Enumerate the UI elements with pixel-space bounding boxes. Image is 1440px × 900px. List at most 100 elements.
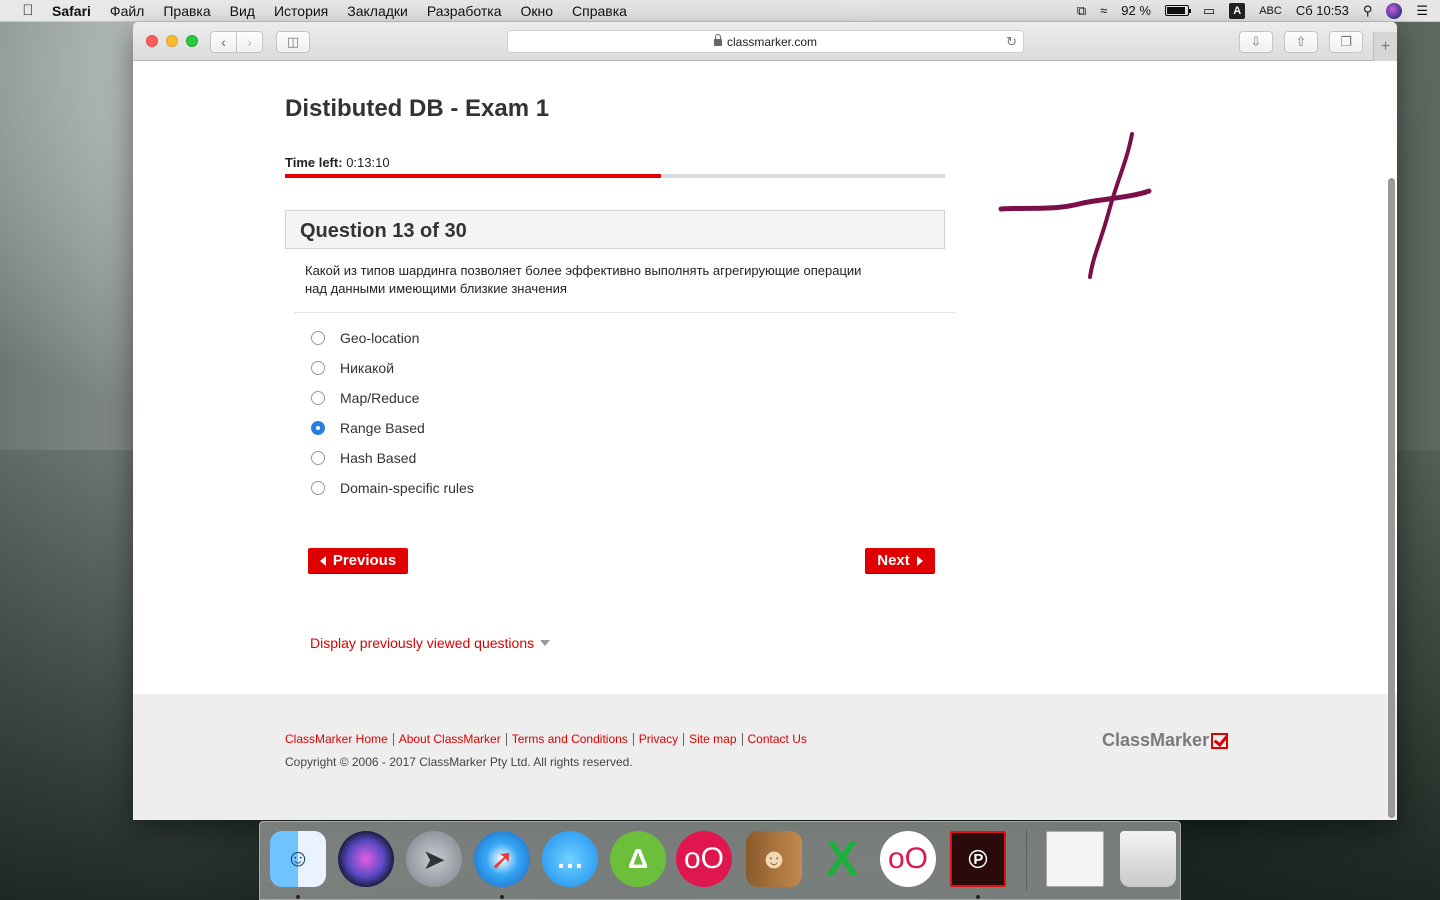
previous-button[interactable]: Previous	[308, 548, 408, 574]
trash-icon[interactable]	[1120, 831, 1176, 887]
document-preview-icon[interactable]	[1046, 831, 1104, 887]
chevron-left-icon: ‹	[221, 34, 226, 50]
answer-label: Никакой	[340, 360, 395, 376]
tabs-icon: ❐	[1340, 34, 1352, 49]
battery-percent[interactable]: 92 %	[1121, 3, 1151, 18]
forward-button[interactable]: ›	[237, 31, 263, 53]
answer-options: Geo-location Никакой Map/Reduce Range Ba…	[311, 323, 474, 503]
classmarker-logo[interactable]: ClassMarker	[1102, 730, 1229, 751]
input-source-icon[interactable]: A	[1229, 2, 1246, 19]
android-studio-icon[interactable]: Δ	[610, 831, 666, 887]
menu-bookmarks[interactable]: Закладки	[347, 3, 408, 19]
answer-option[interactable]: Никакой	[311, 353, 474, 383]
excel-icon[interactable]: X	[814, 831, 870, 887]
running-indicator	[976, 895, 980, 899]
radio-button[interactable]	[311, 481, 325, 495]
next-button[interactable]: Next	[865, 548, 935, 574]
plus-icon: +	[1380, 37, 1391, 55]
tab-overview-button[interactable]: ❐	[1329, 31, 1363, 53]
exam-title: Distibuted DB - Exam 1	[285, 95, 550, 122]
spotlight-search-icon[interactable]: ⚲	[1363, 3, 1373, 19]
siri-icon[interactable]	[1386, 2, 1403, 19]
time-left-value: 0:13:10	[346, 155, 390, 170]
menubar:  Safari Файл Правка Вид История Закладк…	[0, 0, 1440, 22]
new-tab-button[interactable]: +	[1373, 32, 1397, 61]
answer-option[interactable]: Geo-location	[311, 323, 474, 353]
footer-link-sitemap[interactable]: Site map	[683, 733, 741, 746]
running-indicator	[296, 895, 300, 899]
screen-mirror-icon[interactable]: ⧉	[1077, 3, 1086, 19]
footer-link-home[interactable]: ClassMarker Home	[285, 733, 393, 746]
chevron-right-icon: ›	[247, 34, 252, 50]
reload-icon[interactable]: ↻	[1006, 34, 1017, 50]
contacts-icon[interactable]: ☻	[746, 831, 802, 887]
running-indicator	[500, 895, 504, 899]
back-button[interactable]: ‹	[210, 31, 237, 53]
fullscreen-window-button[interactable]	[186, 35, 198, 47]
address-bar[interactable]: classmarker.com ↻	[507, 30, 1024, 53]
flickr-like-icon[interactable]: oO	[676, 831, 732, 887]
caret-down-icon	[540, 640, 551, 646]
triangle-right-icon	[916, 555, 923, 566]
copyright-text: Copyright © 2006 - 2017 ClassMarker Pty …	[285, 755, 633, 769]
footer-link-about[interactable]: About ClassMarker	[392, 733, 506, 746]
vertical-scrollbar[interactable]	[1388, 178, 1395, 818]
messages-icon[interactable]: …	[542, 831, 598, 887]
menu-view[interactable]: Вид	[230, 3, 255, 19]
launchpad-icon[interactable]: ➤	[406, 831, 462, 887]
answer-label: Geo-location	[340, 330, 420, 346]
sidebar-toggle-button[interactable]: ◫	[276, 31, 310, 53]
radio-button-selected[interactable]	[311, 421, 325, 435]
notification-center-icon[interactable]: ☰	[1416, 3, 1428, 19]
answer-option[interactable]: Map/Reduce	[311, 383, 474, 413]
url-text: classmarker.com	[726, 34, 818, 49]
radio-button[interactable]	[311, 361, 325, 375]
menu-window[interactable]: Окно	[520, 3, 553, 19]
downloads-button[interactable]: ⇩	[1239, 31, 1273, 53]
apple-menu-icon[interactable]: 	[18, 0, 38, 22]
web-page: Distibuted DB - Exam 1 Time left: 0:13:1…	[133, 61, 1397, 820]
siri-icon[interactable]	[338, 831, 394, 887]
menu-app-name[interactable]: Safari	[52, 3, 91, 19]
answer-option[interactable]: Range Based	[311, 413, 474, 443]
exam-progress-bar	[285, 174, 945, 178]
answer-option[interactable]: Hash Based	[311, 443, 474, 473]
radio-button[interactable]	[311, 391, 325, 405]
menu-history[interactable]: История	[274, 3, 328, 19]
footer-links: ClassMarker Home About ClassMarker Terms…	[285, 733, 812, 746]
minimize-window-button[interactable]	[166, 35, 178, 47]
finder-icon[interactable]: ☺	[270, 831, 326, 887]
battery-icon[interactable]	[1164, 5, 1191, 16]
safari-icon[interactable]: ➚	[474, 831, 530, 887]
time-left: Time left: 0:13:10	[285, 155, 390, 170]
menu-file[interactable]: Файл	[110, 3, 144, 19]
footer-link-contact[interactable]: Contact Us	[741, 733, 812, 746]
menu-edit[interactable]: Правка	[163, 3, 210, 19]
footer-link-terms[interactable]: Terms and Conditions	[505, 733, 633, 746]
footer-link-privacy[interactable]: Privacy	[632, 733, 683, 746]
answer-label: Range Based	[340, 420, 425, 436]
display-previous-questions-link[interactable]: Display previously viewed questions	[310, 635, 551, 651]
radio-button[interactable]	[311, 331, 325, 345]
clock[interactable]: Сб 10:53	[1296, 3, 1349, 18]
airplay-icon[interactable]: ▭	[1203, 3, 1215, 19]
radio-button[interactable]	[311, 451, 325, 465]
download-icon: ⇩	[1250, 34, 1262, 49]
dock-separator	[1026, 830, 1027, 890]
divider	[295, 312, 955, 313]
previous-label: Previous	[332, 552, 397, 569]
lock-icon	[713, 34, 722, 46]
question-header: Question 13 of 30	[285, 210, 945, 249]
input-source-label[interactable]: ABC	[1259, 5, 1282, 17]
flickr-like-icon-2[interactable]: oO	[880, 831, 936, 887]
logo-text: ClassMarker	[1102, 730, 1210, 750]
answer-label: Domain-specific rules	[340, 480, 474, 496]
share-button[interactable]: ⇧	[1284, 31, 1318, 53]
triangle-left-icon	[319, 555, 326, 566]
acrobat-icon[interactable]: ℗	[950, 831, 1006, 887]
answer-option[interactable]: Domain-specific rules	[311, 473, 474, 503]
menu-develop[interactable]: Разработка	[427, 3, 502, 19]
close-window-button[interactable]	[146, 35, 158, 47]
wifi-icon[interactable]: ≈	[1100, 3, 1107, 18]
menu-help[interactable]: Справка	[572, 3, 627, 19]
